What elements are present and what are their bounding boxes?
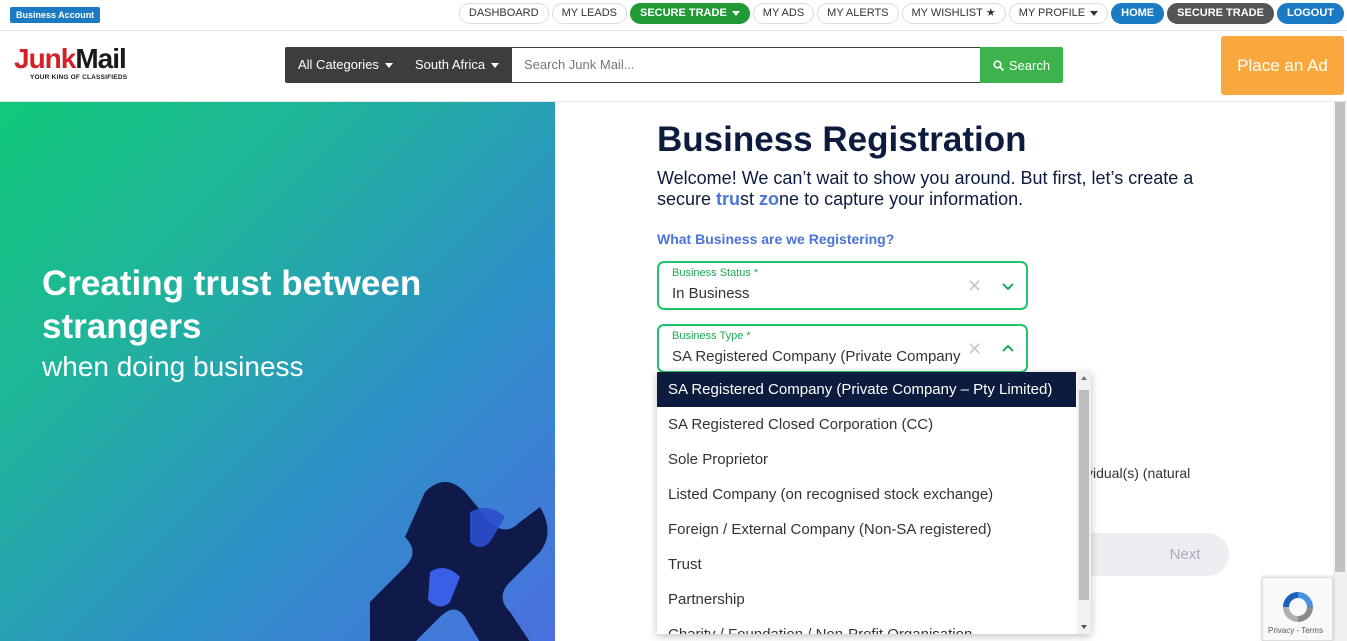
- recaptcha-badge[interactable]: Privacy - Terms: [1262, 577, 1333, 641]
- scroll-up-icon[interactable]: [1081, 376, 1087, 380]
- option-item[interactable]: Charity / Foundation / Non-Profit Organi…: [657, 617, 1091, 634]
- dropdown-scrollbar-thumb[interactable]: [1079, 390, 1089, 600]
- nav-label: LOGOUT: [1286, 7, 1334, 19]
- option-item[interactable]: SA Registered Closed Corporation (CC): [657, 407, 1091, 442]
- option-item[interactable]: Sole Proprietor: [657, 442, 1091, 477]
- field-label: Business Type *: [672, 330, 751, 342]
- next-button-label: Next: [1169, 546, 1201, 563]
- nav-logout[interactable]: LOGOUT: [1276, 3, 1344, 24]
- hero-subtitle: when doing business: [42, 351, 304, 382]
- country-dropdown-label: South Africa: [415, 57, 486, 72]
- option-item[interactable]: Partnership: [657, 582, 1091, 617]
- search-button-label: Search: [1008, 57, 1051, 73]
- search-bar: All Categories South Africa Search Junk …: [285, 47, 1063, 83]
- intro-text: Welcome! We can’t wait to show you aroun…: [657, 168, 1194, 209]
- star-icon: ★: [985, 7, 996, 19]
- clear-icon[interactable]: ✕: [967, 277, 982, 295]
- business-status-select[interactable]: Business Status * In Business ✕: [657, 261, 1028, 310]
- page-title: Business Registration: [657, 120, 1027, 159]
- option-item[interactable]: Trust: [657, 547, 1091, 582]
- section-heading: What Business are we Registering?: [657, 231, 895, 247]
- top-bar: Business Account DASHBOARD MY LEADS SECU…: [0, 0, 1347, 31]
- nav-secure-trade[interactable]: SECURE TRADE: [1167, 3, 1274, 24]
- category-dropdown-label: All Categories: [298, 57, 379, 72]
- page-scrollbar-thumb[interactable]: [1335, 102, 1345, 572]
- chevron-down-icon[interactable]: [1000, 278, 1016, 294]
- field-value: In Business: [672, 285, 750, 302]
- chevron-up-icon[interactable]: [1000, 341, 1016, 357]
- option-item[interactable]: Listed Company (on recognised stock exch…: [657, 477, 1091, 512]
- search-input[interactable]: Search Junk Mail...: [512, 47, 980, 83]
- scroll-down-icon[interactable]: [1081, 625, 1087, 629]
- clear-icon[interactable]: ✕: [967, 340, 982, 358]
- business-account-badge[interactable]: Business Account: [10, 7, 101, 23]
- junkmail-logo[interactable]: JunkMail YOUR KING OF CLASSIFIEDS: [14, 45, 139, 89]
- recaptcha-links[interactable]: Privacy - Terms: [1268, 626, 1323, 635]
- nav-label: HOME: [1121, 7, 1155, 19]
- field-label: Business Status *: [672, 267, 759, 279]
- page-scrollbar[interactable]: [1333, 102, 1347, 641]
- country-dropdown[interactable]: South Africa: [405, 47, 512, 83]
- search-button[interactable]: Search: [980, 47, 1063, 83]
- nav-label: MY ALERTS: [827, 7, 889, 19]
- partially-hidden-text: vidual(s) (natural: [1086, 465, 1191, 481]
- nav-label: MY LEADS: [561, 7, 617, 19]
- business-type-options: SA Registered Company (Private Company –…: [657, 372, 1091, 634]
- logo-tagline: YOUR KING OF CLASSIFIEDS: [30, 74, 128, 81]
- field-value: SA Registered Company (Private Company –…: [672, 348, 964, 365]
- caret-down-icon: [731, 11, 740, 16]
- nav-my-leads[interactable]: MY LEADS: [551, 3, 627, 24]
- site-header: JunkMail YOUR KING OF CLASSIFIEDS All Ca…: [0, 31, 1347, 102]
- nav-my-profile[interactable]: MY PROFILE: [1008, 3, 1109, 24]
- nav-label: SECURE TRADE: [640, 7, 727, 19]
- caret-down-icon: [1090, 11, 1099, 16]
- nav-label: DASHBOARD: [468, 7, 539, 19]
- business-type-select[interactable]: Business Type * SA Registered Company (P…: [657, 324, 1028, 373]
- nav-dashboard[interactable]: DASHBOARD: [458, 3, 549, 24]
- nav-home[interactable]: HOME: [1111, 3, 1165, 24]
- hero-panel: Creating trust between strangers when do…: [0, 102, 555, 641]
- hero-title: Creating trust between strangers: [42, 264, 422, 346]
- recaptcha-icon: [1283, 592, 1313, 622]
- nav-my-ads[interactable]: MY ADS: [752, 3, 815, 24]
- caret-down-icon: [491, 62, 500, 68]
- category-dropdown[interactable]: All Categories: [285, 47, 405, 83]
- decorative-knot-graphic: [370, 482, 548, 641]
- dropdown-scrollbar[interactable]: [1077, 372, 1091, 634]
- nav-label: MY ADS: [762, 7, 805, 19]
- place-an-ad-button[interactable]: Place an Ad: [1221, 36, 1344, 95]
- option-item[interactable]: SA Registered Company (Private Company –…: [657, 372, 1076, 407]
- logo-wordmark: JunkMail: [14, 43, 127, 74]
- nav-secure-trade-dropdown[interactable]: SECURE TRADE: [630, 3, 750, 24]
- caret-down-icon: [384, 62, 393, 68]
- search-icon: [993, 59, 1004, 71]
- nav-my-wishlist[interactable]: MY WISHLIST ★: [901, 3, 1006, 24]
- top-navigation: DASHBOARD MY LEADS SECURE TRADE MY ADS M…: [458, 3, 1344, 24]
- nav-my-alerts[interactable]: MY ALERTS: [817, 3, 899, 24]
- option-item[interactable]: Foreign / External Company (Non-SA regis…: [657, 512, 1091, 547]
- nav-label: MY WISHLIST: [911, 7, 983, 19]
- nav-label: SECURE TRADE: [1177, 7, 1264, 19]
- nav-label: MY PROFILE: [1018, 7, 1086, 19]
